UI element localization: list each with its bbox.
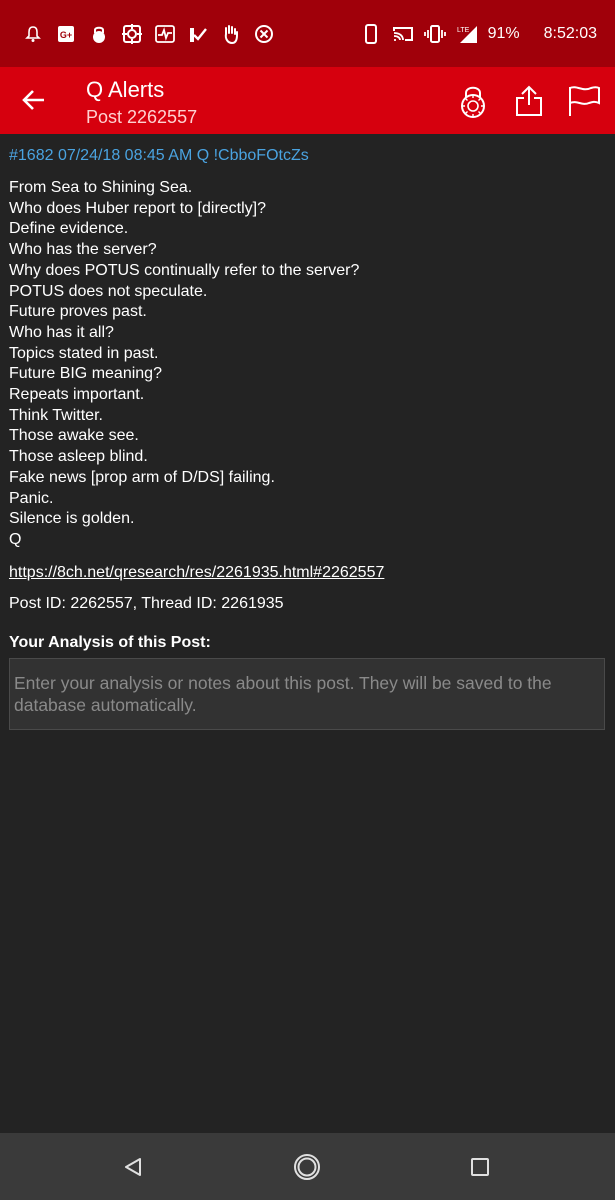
vibrate-icon (423, 23, 446, 45)
system-navigation-bar (0, 1133, 615, 1200)
post-line: Who has it all? (9, 323, 114, 341)
post-content: #1682 07/24/18 08:45 AM Q !CbboFOtcZs Fr… (9, 134, 607, 730)
back-triangle-icon (125, 1158, 141, 1176)
status-bar: G+ LTE 91% 8:52:03 (0, 0, 615, 67)
share-button[interactable] (511, 83, 547, 119)
post-thread-ids: Post ID: 2262557, Thread ID: 2261935 (9, 594, 284, 612)
post-line: Q (9, 530, 22, 548)
battery-percent: 91% (487, 24, 520, 42)
cancel-circle-icon (253, 23, 275, 45)
phone-icon (360, 23, 382, 45)
post-line: POTUS does not speculate. (9, 282, 208, 300)
post-line: Those awake see. (9, 427, 139, 445)
post-line: Repeats important. (9, 386, 145, 404)
analysis-label: Your Analysis of this Post: (9, 633, 211, 651)
app-bar: Q Alerts Post 2262557 (0, 67, 615, 134)
analysis-notes-field[interactable]: Enter your analysis or notes about this … (9, 657, 605, 730)
flag-icon (569, 86, 600, 116)
post-line: Define evidence. (9, 220, 129, 238)
flag-button[interactable] (566, 83, 602, 119)
svg-text:LTE: LTE (457, 27, 470, 34)
nav-back-button[interactable] (117, 1151, 149, 1183)
nav-recents-button[interactable] (464, 1151, 496, 1183)
notification-bell-icon (22, 23, 44, 45)
post-line: Those asleep blind. (9, 448, 148, 466)
target-icon (121, 23, 143, 45)
post-line: Silence is golden. (9, 510, 135, 528)
back-arrow-button[interactable] (18, 84, 50, 116)
cast-icon (392, 23, 414, 45)
post-line: Panic. (9, 489, 54, 507)
recents-square-icon (471, 1158, 489, 1176)
status-system-icons: LTE 91% 8:52:03 (360, 0, 597, 67)
post-line: Think Twitter. (9, 406, 103, 424)
post-line: Who has the server? (9, 241, 157, 259)
source-thread-link[interactable]: https://8ch.net/qresearch/res/2261935.ht… (9, 564, 607, 582)
check-flag-icon (187, 23, 209, 45)
clock-time: 8:52:03 (543, 24, 597, 42)
share-icon (516, 85, 542, 116)
post-body: From Sea to Shining Sea. Who does Huber … (9, 178, 607, 551)
back-arrow-icon (22, 90, 44, 110)
combination-lock-icon (461, 86, 485, 118)
post-subtitle: Post 2262557 (86, 107, 198, 127)
analysis-placeholder: Enter your analysis or notes about this … (14, 672, 552, 716)
post-header-link[interactable]: #1682 07/24/18 08:45 AM Q !CbboFOtcZs (9, 147, 607, 165)
status-notification-icons: G+ (22, 23, 275, 45)
pulse-icon (154, 23, 176, 45)
nav-home-button[interactable] (291, 1151, 323, 1183)
lock-button[interactable] (455, 83, 491, 119)
home-circle-icon (294, 1154, 320, 1180)
post-line: From Sea to Shining Sea. (9, 179, 193, 196)
post-line: Future proves past. (9, 303, 147, 321)
post-line: Why does POTUS continually refer to the … (9, 261, 360, 279)
svg-text:G+: G+ (60, 30, 72, 40)
post-line: Fake news [prop arm of D/DS] failing. (9, 468, 275, 486)
app-title: Q Alerts (86, 77, 165, 102)
post-line: Who does Huber report to [directly]? (9, 199, 267, 217)
hand-icon (220, 23, 242, 45)
google-plus-icon: G+ (55, 23, 77, 45)
lock-icon (88, 23, 110, 45)
lte-signal-icon: LTE (456, 23, 478, 45)
post-line: Future BIG meaning? (9, 365, 162, 383)
post-line: Topics stated in past. (9, 344, 159, 362)
